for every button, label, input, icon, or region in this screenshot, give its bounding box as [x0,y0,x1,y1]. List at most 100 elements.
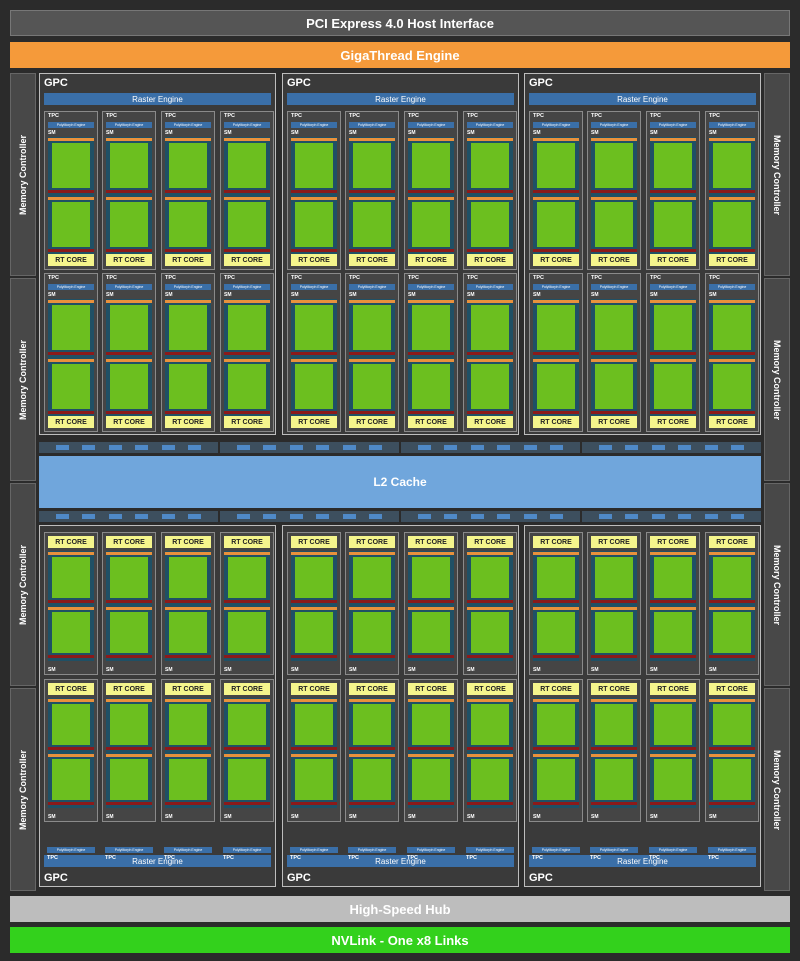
crossbar-port [598,514,612,519]
sm-label: SM [224,667,232,673]
rt-core: RT CORE [533,683,579,695]
cuda-core-block [353,143,372,188]
crossbar-port [550,514,564,519]
sm-l1-band [48,138,94,141]
polymorph-engine: PolyMorph Engine [224,284,270,290]
polymorph-engine: PolyMorph Engine [466,847,514,853]
gpc: GPC Raster Engine TPC PolyMorph Engine SM RT … [39,73,276,435]
cuda-core-block [431,143,450,188]
cuda-core-block [295,704,314,745]
tpc: RT CORE SM [287,532,341,675]
cuda-core-block [353,305,372,350]
tpc: RT CORE SM [345,679,399,822]
cuda-core-block [556,704,575,745]
sm-l1-band [165,359,211,362]
cuda-core-block [732,305,751,350]
sm-register-band [591,802,637,805]
crossbar-port [161,514,175,519]
sm-block [591,698,637,808]
crossbar-port [316,514,330,519]
rt-core: RT CORE [165,254,211,266]
tpc-label: TPC [164,855,175,861]
sm-l1-band [48,300,94,303]
sm-l1-band [591,699,637,702]
sm-block [650,299,696,417]
rt-core: RT CORE [709,683,755,695]
crossbar-port [289,445,303,450]
sm-register-band [291,249,337,252]
crossbar-segment [220,511,399,522]
cuda-core-block [169,143,188,188]
cuda-core-block [228,364,247,409]
sm-register-band [467,249,513,252]
cuda-core-block [595,704,614,745]
cuda-core-block [247,364,266,409]
sm-register-band [165,802,211,805]
polymorph-engine: PolyMorph Engine [709,122,755,128]
sm-l1-band [48,754,94,757]
sm-register-band [48,411,94,414]
sm-label: SM [467,667,475,673]
rt-core: RT CORE [591,416,637,428]
cuda-core-block [732,704,751,745]
memory-controller: Memory Controller [10,278,36,481]
sm-label: SM [467,292,475,298]
sm-label: SM [533,667,541,673]
sm-label: SM [709,292,717,298]
sm-label: SM [106,667,114,673]
sm-label: SM [349,130,357,136]
cuda-core-block [110,305,129,350]
rt-core: RT CORE [349,536,395,548]
sm-register-band [709,600,755,603]
sm-register-band [106,747,152,750]
cuda-core-block [52,202,71,247]
gpc: GPC Raster Engine RT CORE SM RT CORE SM RT COR… [282,525,519,887]
cuda-core-block [431,704,450,745]
rt-core: RT CORE [533,416,579,428]
sm-l1-band [467,754,513,757]
tpc: TPC PolyMorph Engine SM RT CORE [587,273,641,432]
tpc-label: TPC [650,275,661,281]
tpc: TPC PolyMorph Engine SM RT CORE [404,111,458,270]
crossbar-port [523,514,537,519]
cuda-core-block [71,364,90,409]
tpc: TPC PolyMorph Engine SM RT CORE [161,111,215,270]
sm-label: SM [591,814,599,820]
sm-register-band [106,190,152,193]
tpc: RT CORE SM [220,679,274,822]
cuda-core-block [412,704,431,745]
crossbar-port [470,445,484,450]
memory-controller-label: Memory Controller [772,134,783,215]
cuda-core-block [713,612,732,653]
sm-l1-band [650,754,696,757]
raster-engine: Raster Engine [287,93,514,105]
sm-register-band [165,411,211,414]
cuda-core-block [732,202,751,247]
sm-label: SM [165,130,173,136]
rt-core: RT CORE [349,683,395,695]
cuda-core-block [314,759,333,800]
crossbar-port [497,514,511,519]
raster-engine: Raster Engine [44,93,271,105]
sm-register-band [467,747,513,750]
sm-register-band [591,655,637,658]
sm-l1-band [533,138,579,141]
sm-l1-band [224,138,270,141]
tpc-label: TPC [290,855,301,861]
cuda-core-block [595,143,614,188]
cuda-core-block [228,143,247,188]
cuda-core-block [732,364,751,409]
tpc: TPC PolyMorph Engine SM RT CORE [529,111,583,270]
sm-register-band [533,600,579,603]
tpc: RT CORE SM [102,532,156,675]
cuda-core-block [673,612,692,653]
crossbar-port [550,445,564,450]
cuda-core-block [188,759,207,800]
sm-register-band [349,747,395,750]
sm-l1-band [709,754,755,757]
tpc: RT CORE SM [220,532,274,675]
gpc-label: GPC [287,872,311,884]
crossbar-port [82,514,96,519]
sm-label: SM [224,130,232,136]
tpc: RT CORE SM [587,679,641,822]
